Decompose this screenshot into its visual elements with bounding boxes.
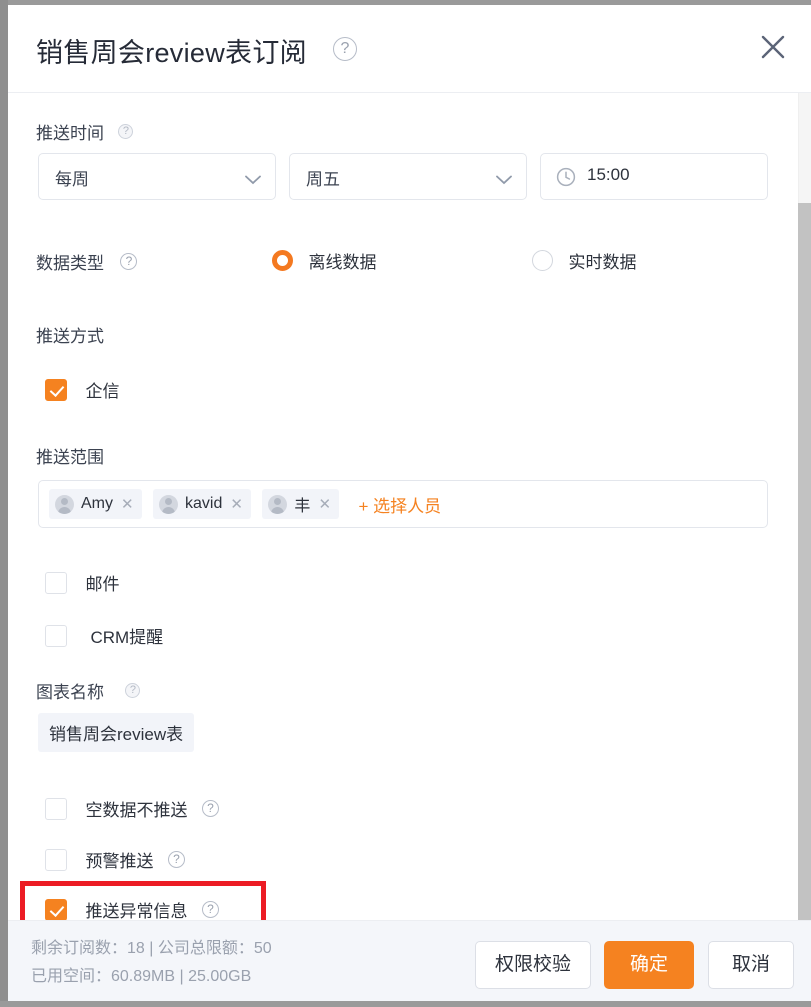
title-help-glyph: ? [333, 37, 357, 61]
chart-name-chip[interactable]: 销售周会review表 [38, 713, 195, 752]
footer-info-line2: 已用空间：60.89MB | 25.00GB [31, 968, 252, 985]
checkbox-indicator [45, 624, 67, 647]
checkbox-qixin[interactable]: 企信 [45, 377, 119, 402]
checkbox-push-exception-info-label: 推送异常信息 [85, 902, 188, 920]
checkbox-email-label: 邮件 [85, 575, 120, 594]
close-small-icon[interactable]: ✕ [230, 497, 243, 512]
close-small-icon[interactable]: ✕ [121, 497, 134, 512]
person-tag[interactable]: Amy ✕ [49, 489, 142, 519]
data-type-label-row: 数据类型 ? [36, 249, 138, 274]
push-method-label: 推送方式 [36, 327, 104, 346]
cancel-button[interactable]: 取消 [708, 941, 794, 989]
push-method-label-row: 推送方式 [36, 322, 104, 347]
dialog-title: 销售周会review表订阅 [36, 38, 307, 68]
scrollbar-thumb[interactable] [798, 203, 811, 920]
permission-check-button[interactable]: 权限校验 [475, 941, 591, 989]
confirm-button[interactable]: 确定 [604, 941, 694, 989]
radio-realtime-label: 实时数据 [568, 253, 637, 272]
radio-indicator [272, 250, 293, 271]
user-avatar-icon [55, 494, 74, 514]
subscription-dialog: 销售周会review表订阅 ? 推送时间 ? 每周 周五 15:00 数据类型 … [8, 5, 811, 1007]
question-circle-icon[interactable]: ? [201, 800, 219, 817]
checkbox-push-exception-info[interactable]: 推送异常信息 ? [45, 897, 219, 920]
dialog-header: 销售周会review表订阅 ? [8, 5, 811, 93]
question-circle-icon[interactable]: ? [167, 851, 185, 868]
time-value: 15:00 [587, 165, 630, 184]
frequency-value: 每周 [55, 170, 89, 189]
dialog-footer: 剩余订阅数：18 | 公司总限额：50 已用空间：60.89MB | 25.00… [8, 920, 811, 1007]
push-scope-label-row: 推送范围 [36, 443, 104, 468]
background-left-strip [0, 0, 8, 1007]
checkbox-alert-push[interactable]: 预警推送 ? [45, 847, 185, 872]
person-tag-name: 丰 [294, 498, 311, 515]
question-circle-icon[interactable]: ? [125, 683, 141, 698]
checkbox-indicator [45, 797, 67, 820]
data-type-label: 数据类型 [36, 254, 104, 273]
push-scope-label: 推送范围 [36, 448, 104, 467]
checkbox-qixin-label: 企信 [85, 382, 120, 401]
chart-name-label: 图表名称 [36, 683, 104, 702]
clock-icon [556, 167, 576, 192]
checkbox-alert-push-label: 预警推送 [85, 852, 154, 871]
checkbox-indicator [45, 848, 67, 871]
add-person-link[interactable]: + 选择人员 [358, 492, 441, 517]
footer-info-line1: 剩余订阅数：18 | 公司总限额：50 [31, 940, 272, 957]
person-tag[interactable]: kavid ✕ [153, 489, 251, 519]
vertical-scrollbar[interactable] [798, 93, 811, 920]
radio-offline-label: 离线数据 [308, 253, 377, 272]
question-circle-icon[interactable]: ? [118, 124, 134, 139]
radio-indicator [532, 250, 553, 271]
weekday-select[interactable]: 周五 [289, 153, 527, 200]
radio-offline-data[interactable]: 离线数据 [272, 248, 376, 273]
checkbox-skip-empty-data[interactable]: 空数据不推送 ? [45, 796, 219, 821]
person-tag[interactable]: 丰 ✕ [262, 489, 340, 519]
push-time-label: 推送时间 [36, 124, 104, 143]
checkbox-crm-label: CRM提醒 [90, 628, 164, 647]
person-tag-name: Amy [81, 495, 113, 512]
chevron-down-icon [245, 172, 261, 190]
chart-name-label-row: 图表名称 ? [36, 678, 141, 703]
checkbox-indicator [45, 378, 67, 401]
user-avatar-icon [159, 494, 179, 514]
time-input[interactable]: 15:00 [540, 153, 768, 200]
person-picker[interactable]: Amy ✕ kavid ✕ 丰 ✕ + 选择人员 [38, 480, 768, 528]
dialog-body: 推送时间 ? 每周 周五 15:00 数据类型 ? 离线数据 实时数据 推送方式… [8, 93, 811, 920]
chevron-down-icon [496, 172, 512, 190]
footer-info: 剩余订阅数：18 | 公司总限额：50 已用空间：60.89MB | 25.00… [31, 935, 272, 991]
checkbox-crm[interactable]: CRM提醒 [45, 623, 163, 648]
checkbox-indicator [45, 571, 67, 594]
question-circle-icon[interactable]: ? [333, 37, 357, 61]
person-tag-name: kavid [185, 495, 223, 512]
frequency-select[interactable]: 每周 [38, 153, 276, 200]
close-small-icon[interactable]: ✕ [318, 497, 331, 512]
question-circle-icon[interactable]: ? [201, 901, 219, 918]
checkbox-skip-empty-data-label: 空数据不推送 [85, 801, 188, 820]
weekday-value: 周五 [306, 170, 340, 189]
checkbox-indicator [45, 898, 67, 920]
radio-realtime-data[interactable]: 实时数据 [532, 248, 636, 273]
checkbox-email[interactable]: 邮件 [45, 570, 119, 595]
question-circle-icon[interactable]: ? [120, 253, 138, 270]
push-time-label-row: 推送时间 ? [36, 119, 134, 144]
user-avatar-icon [268, 494, 288, 514]
bottom-edge-strip [0, 1001, 811, 1007]
close-icon[interactable] [751, 25, 795, 69]
